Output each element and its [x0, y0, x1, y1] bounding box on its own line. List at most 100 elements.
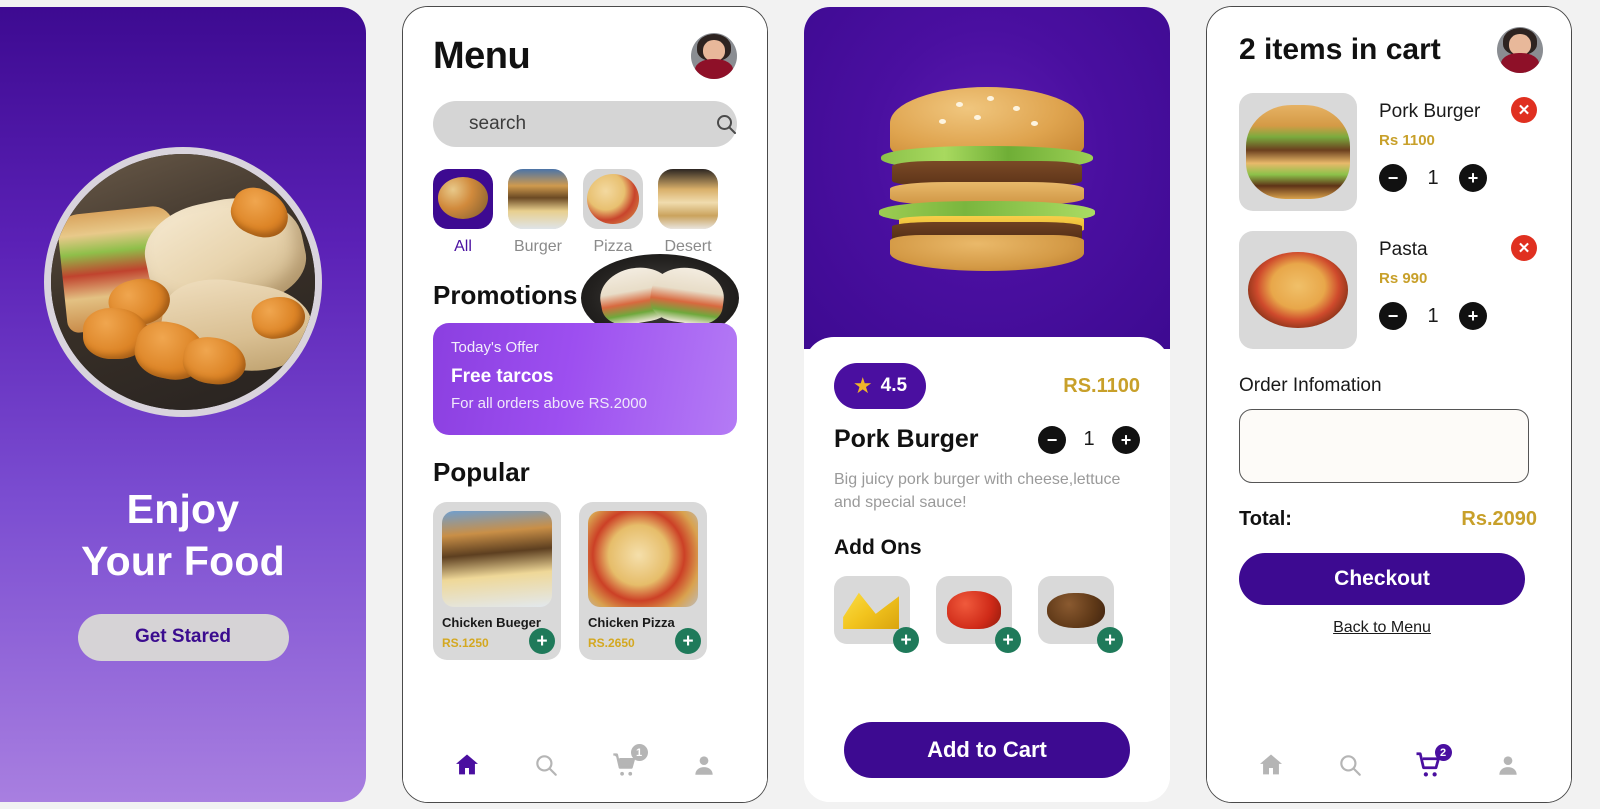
add-item-button[interactable]: +	[675, 628, 701, 654]
rating-value: 4.5	[880, 375, 908, 396]
tab-profile[interactable]	[1485, 742, 1531, 788]
add-to-cart-button[interactable]: Add to Cart	[844, 722, 1130, 778]
increase-quantity-button[interactable]: +	[1459, 164, 1487, 192]
avatar[interactable]	[1497, 27, 1543, 73]
bottom-tabbar: 1	[403, 728, 767, 802]
home-icon	[455, 754, 478, 775]
add-addon-button[interactable]: +	[893, 627, 919, 654]
burger-thumb	[508, 169, 568, 229]
promo-subtitle: Today's Offer	[451, 339, 539, 356]
quantity-value: 1	[1427, 304, 1439, 327]
decrease-quantity-button[interactable]: −	[1038, 425, 1066, 454]
addons-heading: Add Ons	[834, 536, 922, 560]
cart-title: 2 items in cart	[1239, 33, 1441, 66]
menu-container: Menu All B	[403, 7, 767, 802]
avatar[interactable]	[691, 33, 737, 79]
total-value: Rs.2090	[1461, 508, 1537, 530]
popular-item-name: Chicken Pizza	[588, 615, 675, 630]
cart-item-price: Rs 1100	[1379, 132, 1435, 149]
quantity-stepper: − 1 +	[1379, 164, 1543, 192]
decrease-quantity-button[interactable]: −	[1379, 164, 1407, 192]
search-icon[interactable]	[714, 112, 738, 136]
cart-container: 2 items in cart Pork Burger Rs 1100 − 1 …	[1207, 7, 1571, 802]
get-started-button[interactable]: Get Stared	[77, 613, 289, 661]
total-label: Total:	[1239, 508, 1292, 530]
addon-cheese[interactable]: +	[834, 576, 919, 654]
screens-board: Enjoy Your Food Get Stared Menu search A…	[0, 0, 1600, 809]
total-row: Total: Rs.2090	[1239, 508, 1543, 531]
pork-burger-image	[1239, 93, 1357, 211]
quantity-value: 1	[1083, 428, 1095, 450]
star-icon: ★	[852, 373, 873, 398]
category-desert[interactable]: Desert	[658, 169, 718, 256]
product-price: RS.1100	[1063, 374, 1140, 397]
detail-container: ★ 4.5 RS.1100 Pork Burger − 1 + Big juic…	[804, 7, 1170, 802]
add-addon-button[interactable]: +	[995, 627, 1021, 654]
tab-cart[interactable]: 2	[1406, 742, 1452, 788]
order-information-input[interactable]	[1239, 409, 1529, 483]
splash-headline-line2: Your Food	[81, 538, 285, 585]
profile-icon	[694, 756, 713, 775]
all-food-thumb	[433, 169, 493, 229]
tab-home[interactable]	[1248, 742, 1294, 788]
category-label: Burger	[513, 238, 563, 255]
name-row: Pork Burger − 1 +	[834, 425, 1140, 454]
promo-title: Free tarcos	[451, 366, 554, 387]
checkout-button[interactable]: Checkout	[1239, 553, 1525, 605]
pasta-image	[1239, 231, 1357, 349]
detail-card: ★ 4.5 RS.1100 Pork Burger − 1 + Big juic…	[804, 337, 1170, 802]
tab-search[interactable]	[1327, 742, 1373, 788]
remove-item-button[interactable]: ✕	[1511, 235, 1537, 261]
category-label: Pizza	[593, 238, 633, 255]
quantity-value: 1	[1427, 166, 1439, 189]
home-icon	[1259, 754, 1282, 775]
addon-beef-patty[interactable]: +	[1038, 576, 1123, 654]
cart-badge: 2	[1434, 744, 1452, 761]
page-title: Menu	[433, 34, 531, 77]
category-burger[interactable]: Burger	[508, 169, 568, 256]
popular-list: Chicken Bueger RS.1250 + Chicken Pizza R…	[433, 502, 737, 660]
back-to-menu-link[interactable]: Back to Menu	[1239, 619, 1525, 637]
tab-profile[interactable]	[681, 742, 727, 788]
cart-item-price: Rs 990	[1379, 270, 1428, 287]
increase-quantity-button[interactable]: +	[1459, 302, 1487, 330]
quantity-stepper: − 1 +	[1038, 425, 1140, 454]
screen-splash: Enjoy Your Food Get Stared	[0, 7, 366, 802]
category-label: All	[454, 238, 472, 255]
rating-row: ★ 4.5 RS.1100	[834, 363, 1140, 409]
cart-header: 2 items in cart	[1239, 27, 1543, 73]
popular-card-chicken-pizza[interactable]: Chicken Pizza RS.2650 +	[579, 502, 707, 660]
tab-search[interactable]	[523, 742, 569, 788]
tab-cart[interactable]: 1	[602, 742, 648, 788]
addon-tomato-sauce[interactable]: +	[936, 576, 1021, 654]
search-bar[interactable]	[433, 101, 737, 147]
category-label: Desert	[664, 238, 712, 255]
remove-item-button[interactable]: ✕	[1511, 97, 1537, 123]
pizza-image	[588, 511, 698, 607]
desert-thumb	[658, 169, 718, 229]
cart-row-pasta: Pasta Rs 990 − 1 + ✕	[1239, 231, 1543, 349]
beef-patty-icon	[1047, 592, 1105, 629]
tab-home[interactable]	[444, 742, 490, 788]
decrease-quantity-button[interactable]: −	[1379, 302, 1407, 330]
add-item-button[interactable]: +	[529, 628, 555, 654]
burger-plate-image	[442, 511, 552, 607]
tomato-sauce-icon	[946, 591, 1002, 630]
popular-card-chicken-bueger[interactable]: Chicken Bueger RS.1250 +	[433, 502, 561, 660]
category-list: All Burger Pizza Desert	[433, 169, 737, 256]
product-description: Big juicy pork burger with cheese,lettuc…	[834, 471, 1121, 512]
rating-badge: ★ 4.5	[834, 363, 926, 409]
category-all[interactable]: All	[433, 169, 493, 256]
pork-burger-image	[804, 7, 1170, 349]
cart-row-pork-burger: Pork Burger Rs 1100 − 1 + ✕	[1239, 93, 1543, 211]
promo-card[interactable]: Today's Offer Free tarcos For all orders…	[433, 323, 737, 435]
bottom-tabbar: 2	[1207, 728, 1571, 802]
category-pizza[interactable]: Pizza	[583, 169, 643, 256]
add-addon-button[interactable]: +	[1097, 627, 1123, 654]
increase-quantity-button[interactable]: +	[1112, 425, 1140, 454]
search-icon	[535, 755, 557, 776]
order-information-label: Order Infomation	[1239, 375, 1382, 396]
search-input[interactable]	[469, 113, 714, 135]
screen-cart: 2 items in cart Pork Burger Rs 1100 − 1 …	[1206, 6, 1572, 803]
profile-icon	[1498, 756, 1517, 775]
